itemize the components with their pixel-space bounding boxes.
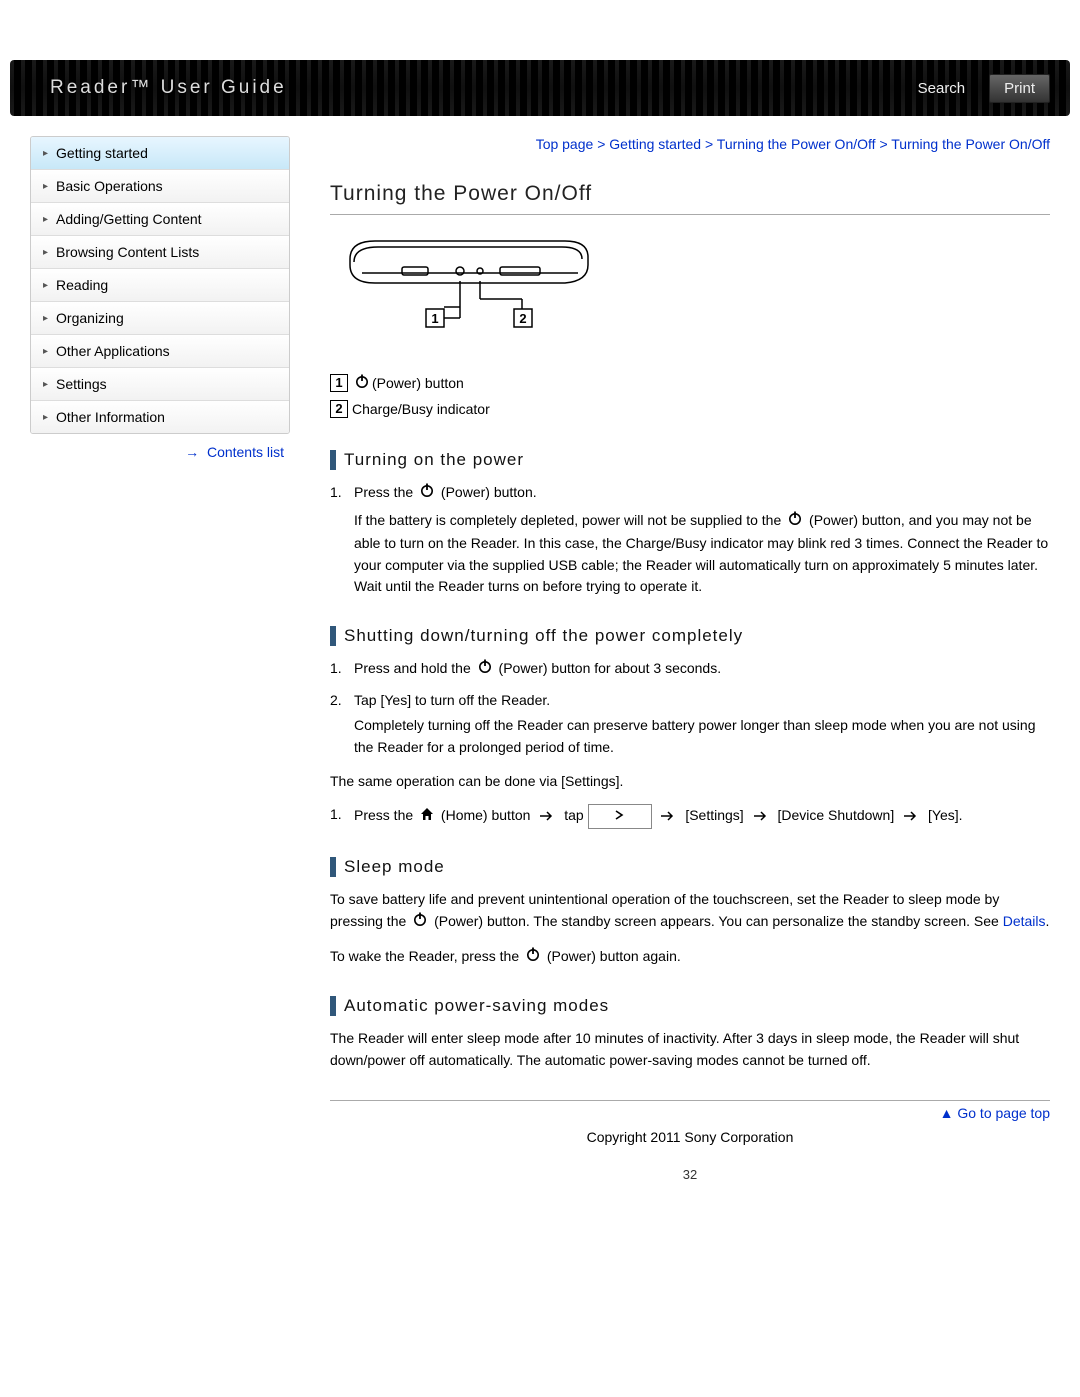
breadcrumb-link[interactable]: Getting started	[609, 136, 701, 152]
callout-2-text: Charge/Busy indicator	[352, 401, 490, 417]
seq-text: [Device Shutdown]	[777, 808, 894, 824]
step-text: (Power) button.	[441, 484, 537, 500]
svg-text:2: 2	[519, 311, 526, 326]
sidebar-item-label: Basic Operations	[56, 178, 163, 194]
step-item: 1. Press and hold the (Power) button for…	[330, 658, 1050, 680]
main-content: Top page > Getting started > Turning the…	[290, 136, 1050, 1182]
sidebar-item-adding-content[interactable]: ▸ Adding/Getting Content	[31, 203, 289, 236]
power-icon	[354, 373, 370, 392]
sidebar-item-organizing[interactable]: ▸ Organizing	[31, 302, 289, 335]
sidebar-item-settings[interactable]: ▸ Settings	[31, 368, 289, 401]
breadcrumb-link[interactable]: Top page	[536, 136, 594, 152]
power-icon	[412, 911, 428, 934]
details-link[interactable]: Details	[1003, 913, 1046, 929]
arrow-right-icon	[661, 806, 675, 827]
power-icon	[419, 482, 435, 504]
step-item: 1. Press the (Power) button. If the batt…	[330, 482, 1050, 598]
sidebar-item-label: Reading	[56, 277, 108, 293]
callout-1: 1 (Power) button	[330, 373, 464, 392]
arrow-right-icon: →	[185, 444, 199, 460]
sleep-p1: To save battery life and prevent uninten…	[330, 889, 1050, 933]
arrow-right-icon	[754, 806, 768, 827]
chevron-right-icon: ▸	[43, 247, 48, 258]
print-button[interactable]: Print	[989, 74, 1050, 103]
breadcrumb-current: Turning the Power On/Off	[891, 136, 1050, 152]
chevron-right-icon: ▸	[43, 346, 48, 357]
chevron-right-icon: ▸	[43, 181, 48, 192]
nav-list: ▸ Getting started ▸ Basic Operations ▸ A…	[30, 136, 290, 434]
contents-list-link[interactable]: Contents list	[207, 444, 284, 460]
step-text: Press and hold the	[354, 660, 475, 676]
svg-text:1: 1	[431, 311, 438, 326]
seq-text: tap	[564, 808, 583, 824]
sidebar-item-label: Adding/Getting Content	[56, 211, 202, 227]
step-text: Tap [Yes] to turn off the Reader.	[354, 692, 550, 708]
sidebar-item-label: Organizing	[56, 310, 124, 326]
callout-number-2: 2	[330, 400, 348, 418]
note-text: If the battery is completely depleted, p…	[354, 512, 785, 528]
step-item: 1. Press the (Home) button tap [Settings…	[330, 804, 1050, 829]
seq-text: (Home) button	[441, 808, 530, 824]
sidebar-item-reading[interactable]: ▸ Reading	[31, 269, 289, 302]
arrow-right-icon	[904, 806, 918, 827]
chevron-right-icon: ▸	[43, 379, 48, 390]
sidebar-item-other-info[interactable]: ▸ Other Information	[31, 401, 289, 433]
sidebar-item-basic-operations[interactable]: ▸ Basic Operations	[31, 170, 289, 203]
sidebar-item-label: Getting started	[56, 145, 148, 161]
section-heading-sleep-mode: Sleep mode	[330, 857, 1050, 877]
sidebar-item-other-apps[interactable]: ▸ Other Applications	[31, 335, 289, 368]
chevron-right-icon: ▸	[43, 280, 48, 291]
sidebar-item-getting-started[interactable]: ▸ Getting started	[31, 137, 289, 170]
chevron-right-icon: ▸	[43, 148, 48, 159]
chevron-right-icon: ▸	[43, 412, 48, 423]
section-heading-auto-power: Automatic power-saving modes	[330, 996, 1050, 1016]
arrow-right-icon	[540, 806, 554, 827]
sidebar-item-label: Settings	[56, 376, 107, 392]
sidebar-item-label: Other Information	[56, 409, 165, 425]
power-icon	[787, 510, 803, 533]
breadcrumb-sep: >	[705, 136, 717, 152]
page-number: 32	[330, 1167, 1050, 1182]
step-text: (Power) button for about 3 seconds.	[499, 660, 722, 676]
chevron-right-icon: ▸	[43, 214, 48, 225]
seq-text: Press the	[354, 808, 417, 824]
breadcrumb: Top page > Getting started > Turning the…	[330, 136, 1050, 152]
auto-p: The Reader will enter sleep mode after 1…	[330, 1028, 1050, 1071]
callout-2: 2 Charge/Busy indicator	[330, 400, 490, 418]
section-heading-shutting-down: Shutting down/turning off the power comp…	[330, 626, 1050, 646]
sleep-p2: To wake the Reader, press the (Power) bu…	[330, 946, 1050, 969]
via-settings-text: The same operation can be done via [Sett…	[330, 771, 1050, 793]
arrow-up-icon: ▲	[940, 1105, 958, 1121]
step-item: 2. Tap [Yes] to turn off the Reader. Com…	[330, 690, 1050, 758]
app-title: Reader™ User Guide	[50, 77, 287, 99]
sidebar: ▸ Getting started ▸ Basic Operations ▸ A…	[30, 136, 290, 1182]
sidebar-item-browsing[interactable]: ▸ Browsing Content Lists	[31, 236, 289, 269]
page-title: Turning the Power On/Off	[330, 182, 1050, 215]
header-bar: Reader™ User Guide Search Print	[10, 60, 1070, 116]
menu-button-icon	[588, 804, 652, 829]
seq-text: [Yes].	[928, 808, 963, 824]
chevron-right-icon: ▸	[43, 313, 48, 324]
callout-1-text: (Power) button	[372, 375, 464, 391]
device-illustration: 1 2	[330, 229, 1050, 349]
breadcrumb-link[interactable]: Turning the Power On/Off	[717, 136, 876, 152]
breadcrumb-sep: >	[879, 136, 891, 152]
search-label: Search	[918, 80, 966, 97]
seq-text: [Settings]	[685, 808, 743, 824]
breadcrumb-sep: >	[597, 136, 609, 152]
power-icon	[477, 658, 493, 680]
power-icon	[525, 946, 541, 969]
step-note: Completely turning off the Reader can pr…	[354, 715, 1050, 758]
sidebar-item-label: Browsing Content Lists	[56, 244, 199, 260]
home-icon	[419, 806, 435, 828]
go-to-top-link[interactable]: ▲ Go to page top	[940, 1105, 1050, 1121]
section-heading-turning-on: Turning on the power	[330, 450, 1050, 470]
callout-number-1: 1	[330, 374, 348, 392]
step-text: Press the	[354, 484, 417, 500]
sidebar-item-label: Other Applications	[56, 343, 170, 359]
copyright-text: Copyright 2011 Sony Corporation	[330, 1129, 1050, 1145]
